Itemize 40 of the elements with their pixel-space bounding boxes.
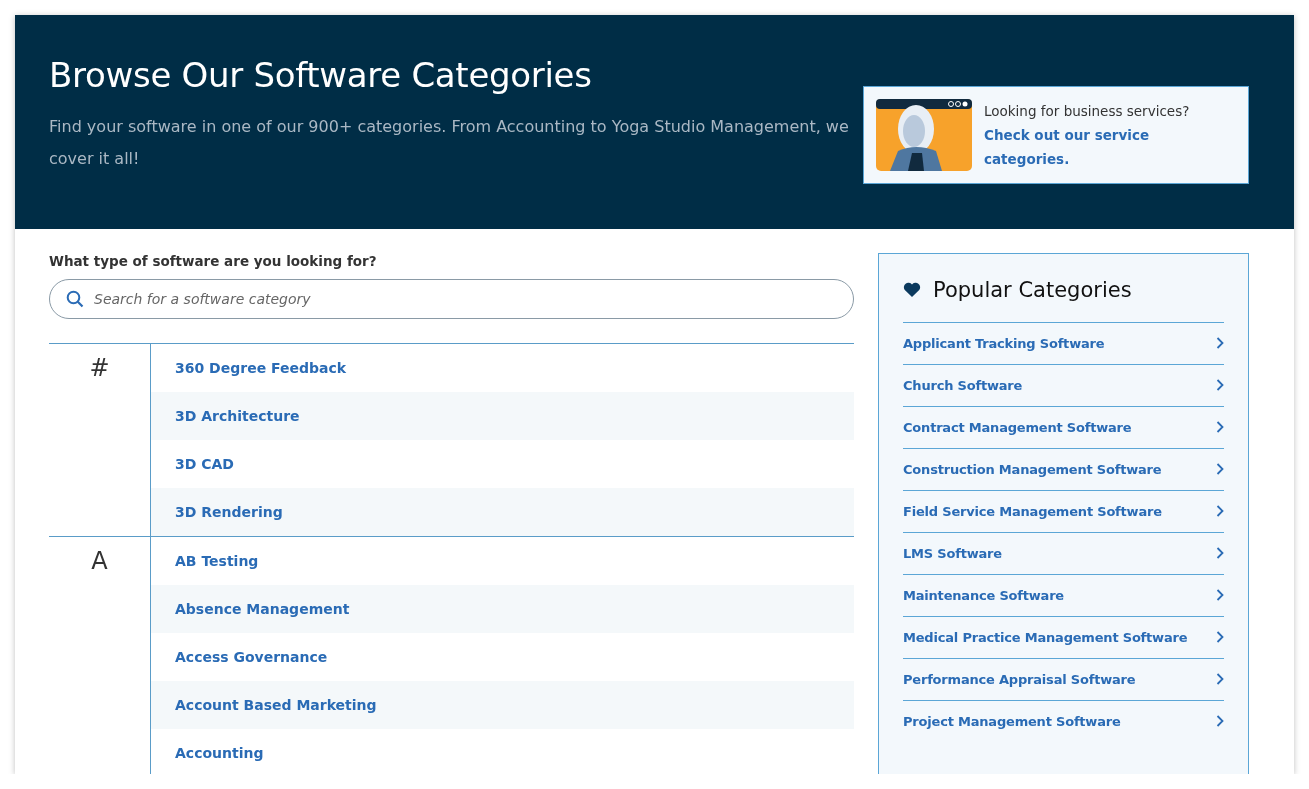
popular-category-link[interactable]: Project Management Software xyxy=(903,700,1224,742)
search-icon xyxy=(66,290,84,308)
category-link[interactable]: 3D Architecture xyxy=(175,408,300,424)
category-link[interactable]: 360 Degree Feedback xyxy=(175,360,347,376)
popular-category-link[interactable]: Construction Management Software xyxy=(903,448,1224,490)
popular-category-link[interactable]: Medical Practice Management Software xyxy=(903,616,1224,658)
category-link[interactable]: 3D Rendering xyxy=(175,504,283,520)
panel-title: Popular Categories xyxy=(933,278,1132,302)
search-label: What type of software are you looking for? xyxy=(49,253,378,269)
popular-category-link[interactable]: Church Software xyxy=(903,364,1224,406)
popular-category-link[interactable]: Performance Appraisal Software xyxy=(903,658,1224,700)
heart-icon xyxy=(903,282,921,298)
letter-heading: A xyxy=(90,546,109,575)
search-input[interactable]: Search for a software category xyxy=(92,290,837,308)
popular-category-link[interactable]: Field Service Management Software xyxy=(903,490,1224,532)
chevron-right-icon xyxy=(1216,673,1224,685)
popular-category-link[interactable]: Applicant Tracking Software xyxy=(903,322,1224,364)
category-link[interactable]: Account Based Marketing xyxy=(175,697,377,713)
chevron-right-icon xyxy=(1216,421,1224,433)
chevron-right-icon xyxy=(1216,379,1224,391)
chevron-right-icon xyxy=(1216,715,1224,727)
popular-category-link[interactable]: LMS Software xyxy=(903,532,1224,574)
chevron-right-icon xyxy=(1216,547,1224,559)
page-subtitle: Find your software in one of our 900+ categories. From Accounting to Yoga Studio Management, we cover it all! xyxy=(49,116,849,170)
letter-heading: # xyxy=(88,353,111,382)
category-link[interactable]: Accounting xyxy=(175,745,264,761)
page-title: Browse Our Software Categories xyxy=(49,55,593,95)
promo-question: Looking for business services? xyxy=(984,102,1191,121)
chevron-right-icon xyxy=(1216,631,1224,643)
chevron-right-icon xyxy=(1216,463,1224,475)
popular-category-link[interactable]: Maintenance Software xyxy=(903,574,1224,616)
category-link[interactable]: AB Testing xyxy=(175,553,259,569)
service-categories-link[interactable]: Check out our service categories. xyxy=(984,123,1236,171)
category-link[interactable]: Access Governance xyxy=(175,649,328,665)
chevron-right-icon xyxy=(1216,589,1224,601)
category-link[interactable]: Absence Management xyxy=(175,601,350,617)
chevron-right-icon xyxy=(1216,505,1224,517)
chevron-right-icon xyxy=(1216,337,1224,349)
popular-category-link[interactable]: Contract Management Software xyxy=(903,406,1224,448)
category-link[interactable]: 3D CAD xyxy=(175,456,234,472)
